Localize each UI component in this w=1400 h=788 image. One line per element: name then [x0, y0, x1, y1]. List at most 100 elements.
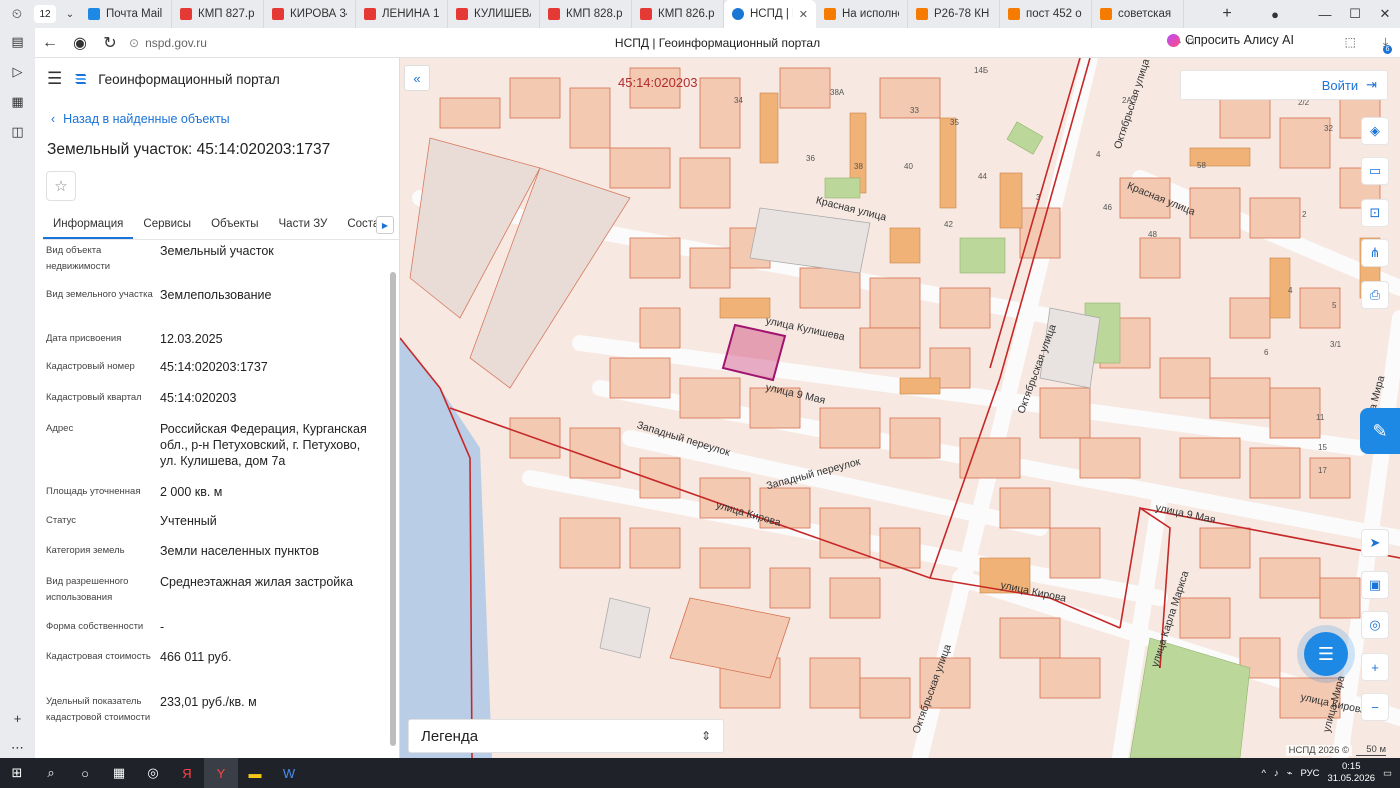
windows-start-icon[interactable]: ⊞	[0, 758, 34, 788]
house-number: 38	[854, 162, 863, 171]
parcel-block	[1309, 457, 1351, 499]
maximize-icon[interactable]: ☐	[1340, 4, 1370, 24]
favorite-star-icon[interactable]: ☆	[46, 171, 76, 201]
add-sidebar-icon[interactable]: +	[8, 708, 28, 728]
menu-icon[interactable]: ☰	[47, 69, 62, 89]
history-icon[interactable]: ⏲	[0, 4, 34, 24]
parcel-block	[799, 267, 861, 309]
property-value: Землепользование	[160, 288, 272, 302]
house-number: 36	[806, 154, 815, 163]
yandex-browser-icon[interactable]: Y	[204, 758, 238, 788]
property-key: Кадастровый номер	[46, 361, 135, 372]
protect-icon[interactable]: ◉	[65, 28, 95, 58]
language-indicator[interactable]: РУС	[1300, 768, 1319, 779]
close-tab-icon[interactable]: ✕	[799, 8, 808, 21]
file-explorer-icon[interactable]: ▬	[238, 758, 272, 788]
minimize-icon[interactable]: —	[1310, 4, 1340, 24]
new-tab-button[interactable]: +	[1214, 4, 1240, 24]
minimap-icon[interactable]: ▣	[1362, 572, 1388, 598]
tabs-dropdown-icon[interactable]: ⌄	[60, 4, 80, 24]
extensions-icon[interactable]: ⬚	[1345, 35, 1356, 49]
calendar-icon[interactable]: ▦	[8, 92, 28, 112]
legend-dropdown[interactable]: Легенда ⇕	[408, 719, 724, 753]
building	[999, 172, 1023, 229]
task-view-icon[interactable]: ○	[68, 758, 102, 788]
volume-icon[interactable]: ♪	[1274, 768, 1279, 779]
panel-tab[interactable]: Части ЗУ	[269, 208, 338, 239]
browser-tab[interactable]: На исполнен	[816, 0, 908, 28]
chat-icon[interactable]: ☰	[1304, 632, 1348, 676]
clock[interactable]: 0:15 31.05.2026	[1327, 761, 1375, 785]
parcel-block	[1199, 527, 1251, 569]
search-icon[interactable]: ⌕	[34, 758, 68, 788]
panel-tab[interactable]: Информация	[43, 208, 134, 239]
browser-tab[interactable]: пост 452 о пр	[1000, 0, 1092, 28]
notifications-icon[interactable]: ▭	[1383, 768, 1392, 779]
login-button[interactable]: Войти ⇥	[1180, 70, 1388, 100]
widgets-icon[interactable]: ▦	[102, 758, 136, 788]
info-panel: ☰ Геоинформационный портал ‹ Назад в най…	[35, 58, 400, 758]
location-pin-icon[interactable]: ◎	[1362, 612, 1388, 638]
login-label: Войти	[1321, 77, 1359, 93]
app-icon[interactable]: ◎	[136, 758, 170, 788]
select-area-icon[interactable]: ⊡	[1362, 200, 1388, 226]
screenshot-icon[interactable]: ◫	[8, 122, 28, 142]
map-view[interactable]: Красная улица Красная улица улица Кулишева…	[400, 58, 1400, 758]
parcel-block	[889, 417, 941, 459]
browser-tab-bar: ⏲ 12 ⌄ Почта Mail КМП 827.pdf КИРОВА 34. ЛЕ…	[0, 0, 1400, 28]
house-number: 44	[978, 172, 987, 181]
alice-button[interactable]: Спросить Алису AI	[1166, 33, 1294, 47]
panel-scrollbar[interactable]	[390, 272, 396, 746]
network-icon[interactable]: ⌁	[1287, 768, 1293, 779]
parcel-block	[779, 67, 831, 109]
more-icon[interactable]: ⋯	[8, 738, 28, 758]
zoom-out-icon[interactable]: −	[1362, 694, 1388, 720]
print-icon[interactable]: ⎙	[1362, 282, 1388, 308]
browser-tab[interactable]: КМП 828.pdf	[540, 0, 632, 28]
close-window-icon[interactable]: ✕	[1370, 4, 1400, 24]
parcel-block	[1259, 557, 1321, 599]
selected-parcel[interactable]	[721, 323, 787, 382]
ruler-icon[interactable]: ▭	[1362, 158, 1388, 184]
browser-tab[interactable]: КМП 827.pdf	[172, 0, 264, 28]
panel-tab[interactable]: Объекты	[201, 208, 268, 239]
locate-icon[interactable]: ➤	[1362, 530, 1388, 556]
tabs-next-icon[interactable]: ▶	[376, 216, 394, 234]
url-field[interactable]: nspd.gov.ru	[145, 36, 207, 50]
browser-tab[interactable]: КМП 826.pdf	[632, 0, 724, 28]
parcel-block	[699, 77, 741, 149]
reload-icon[interactable]: ↻	[95, 28, 125, 58]
profile-icon[interactable]: ●	[1240, 4, 1310, 24]
browser-tab[interactable]: ЛЕНИНА 19С	[356, 0, 448, 28]
property-value: Среднеэтажная жилая застройка	[160, 575, 353, 589]
video-icon[interactable]: ▷	[8, 62, 28, 82]
browser-tab[interactable]: советская 12	[1092, 0, 1184, 28]
building	[899, 377, 941, 395]
collapse-panel-icon[interactable]: «	[404, 65, 430, 91]
browser-tab[interactable]: Почта Mail	[80, 0, 172, 28]
house-number: 11	[1316, 413, 1325, 422]
assistant-icon[interactable]: ✎	[1360, 408, 1400, 454]
tab-count-badge[interactable]: 12	[34, 5, 56, 23]
word-icon[interactable]: W	[272, 758, 306, 788]
yandex-app-icon[interactable]: Я	[170, 758, 204, 788]
property-value: 2 000 кв. м	[160, 485, 223, 499]
share-icon[interactable]: ⋔	[1362, 240, 1388, 266]
browser-tab[interactable]: КУЛИШЕВА	[448, 0, 540, 28]
property-value: 12.03.2025	[160, 332, 223, 346]
zoom-in-icon[interactable]: +	[1362, 654, 1388, 680]
pdf-icon	[456, 8, 468, 20]
collections-icon[interactable]: ▤	[8, 32, 28, 52]
panel-tab[interactable]: Сервисы	[133, 208, 201, 239]
browser-tab[interactable]: Р26-78 КН 45	[908, 0, 1000, 28]
layers-icon[interactable]: ◈	[1362, 118, 1388, 144]
browser-tab[interactable]: КИРОВА 34.	[264, 0, 356, 28]
browser-tab[interactable]: НСПД | Ге ✕	[724, 0, 816, 28]
property-value: Российская Федерация, Курганская обл., р…	[160, 422, 367, 468]
site-info-icon[interactable]: ⊙	[129, 36, 139, 50]
chevron-up-icon[interactable]: ^	[1261, 768, 1265, 779]
back-icon[interactable]: ←	[35, 28, 65, 58]
back-link[interactable]: ‹ Назад в найденные объекты	[51, 112, 230, 126]
back-link-label: Назад в найденные объекты	[63, 112, 230, 126]
windows-taskbar: ⊞ ⌕ ○ ▦ ◎ Я Y ▬ W ^ ♪ ⌁ РУС 0:15 31.05.2…	[0, 758, 1400, 788]
